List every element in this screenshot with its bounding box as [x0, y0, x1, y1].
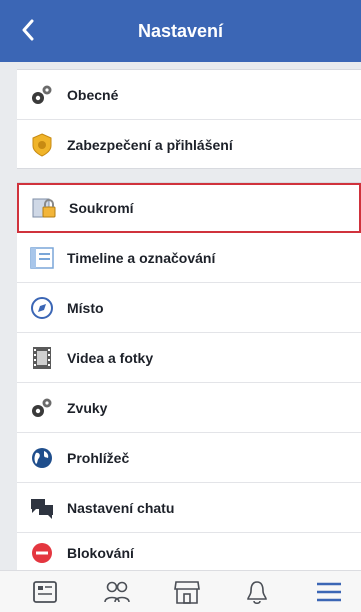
security-badge-icon — [29, 132, 55, 158]
tab-news-feed[interactable] — [28, 575, 62, 609]
settings-item-location[interactable]: Místo — [17, 283, 361, 333]
settings-item-label: Obecné — [67, 86, 119, 103]
news-feed-icon — [33, 581, 57, 603]
friends-icon — [104, 581, 130, 603]
settings-item-label: Blokování — [67, 545, 134, 561]
navigation-bar: Nastavení — [0, 0, 361, 62]
settings-item-sounds[interactable]: Zvuky — [17, 383, 361, 433]
gears-icon — [29, 82, 55, 108]
settings-item-general[interactable]: Obecné — [17, 70, 361, 120]
settings-item-label: Nastavení chatu — [67, 499, 175, 516]
timeline-icon — [29, 245, 55, 271]
privacy-lock-icon — [31, 195, 57, 221]
settings-item-label: Zvuky — [67, 399, 108, 416]
settings-item-media[interactable]: Videa a fotky — [17, 333, 361, 383]
settings-item-timeline[interactable]: Timeline a označování — [17, 233, 361, 283]
settings-item-security[interactable]: Zabezpečení a přihlášení — [17, 120, 361, 170]
film-icon — [29, 345, 55, 371]
block-icon — [29, 540, 55, 566]
marketplace-icon — [174, 581, 200, 604]
settings-item-label: Místo — [67, 299, 104, 316]
tab-notifications[interactable] — [240, 575, 274, 609]
tab-marketplace[interactable] — [170, 575, 204, 609]
tab-friends[interactable] — [100, 575, 134, 609]
settings-item-blocking[interactable]: Blokování — [17, 533, 361, 573]
tab-bar — [0, 570, 361, 612]
page-title: Nastavení — [137, 21, 224, 41]
settings-item-privacy[interactable]: Soukromí — [17, 183, 361, 233]
settings-item-label: Prohlížeč — [67, 449, 130, 466]
settings-item-label: Videa a fotky — [67, 349, 154, 366]
compass-icon — [29, 295, 55, 321]
settings-item-label: Timeline a označování — [67, 249, 216, 266]
gears-icon — [29, 395, 55, 421]
notifications-icon — [247, 581, 267, 605]
globe-icon — [29, 445, 55, 471]
tab-menu[interactable] — [312, 575, 346, 609]
settings-item-label: Zabezpečení a přihlášení — [67, 137, 233, 153]
settings-group-privacy: Soukromí Timeline a označování Místo Vid… — [17, 182, 361, 572]
settings-item-chat[interactable]: Nastavení chatu — [17, 483, 361, 533]
chat-bubbles-icon — [29, 495, 55, 521]
settings-item-browser[interactable]: Prohlížeč — [17, 433, 361, 483]
settings-item-label: Soukromí — [69, 200, 134, 216]
settings-group-general: Obecné Zabezpečení a přihlášení — [17, 69, 361, 169]
settings-list: Obecné Zabezpečení a přihlášení Soukromí… — [0, 62, 361, 572]
menu-icon — [317, 582, 341, 602]
